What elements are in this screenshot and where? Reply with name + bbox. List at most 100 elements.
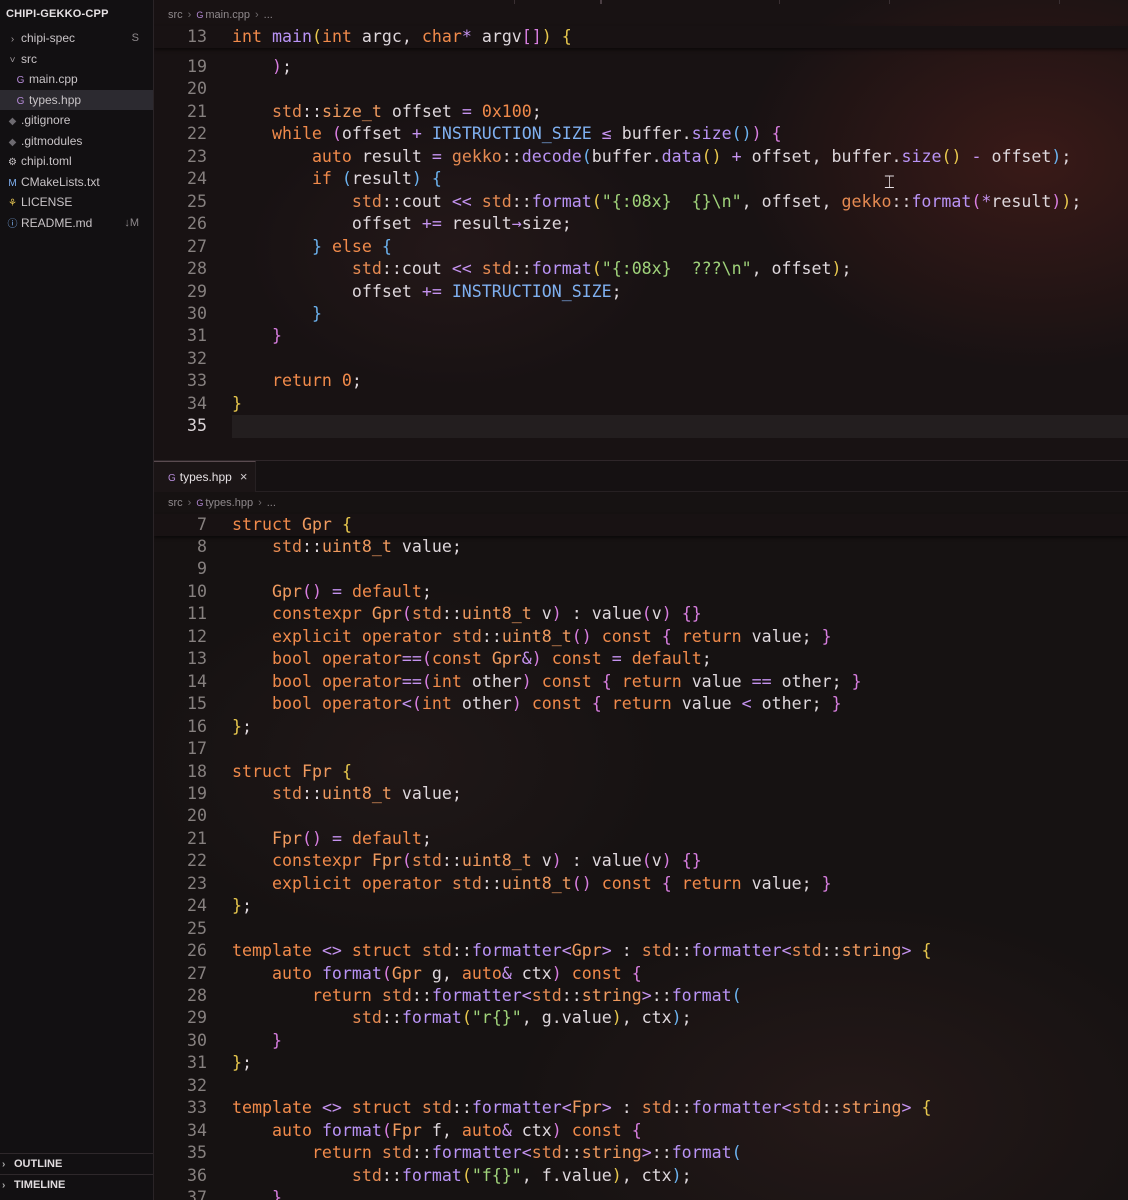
code-line[interactable]: 18 struct Fpr { (154, 761, 1128, 783)
code-line[interactable]: 25 std::cout << std::format("{:08x} {}\n… (154, 191, 1128, 213)
code-text: bool operator==(int other) const { retur… (271, 671, 862, 691)
breadcrumb-item[interactable]: src (168, 9, 183, 21)
code-line[interactable]: 33 return 0; (154, 370, 1128, 392)
code-line[interactable]: 8 std::uint8_t value; (154, 536, 1128, 558)
line-number: 14 (187, 671, 207, 691)
code-line[interactable]: 27 } else { (154, 236, 1128, 258)
line-number: 27 (187, 963, 207, 983)
tree-item[interactable]: ˅ src (0, 49, 153, 70)
code-line[interactable]: 21 Fpr() = default; (154, 828, 1128, 850)
info-file-icon: ⓘ (7, 218, 18, 230)
code-line[interactable]: 34} (154, 393, 1128, 415)
explorer-root-title[interactable]: CHIPI-GEKKO-CPP (0, 0, 153, 28)
chevron-right-icon: › (187, 9, 192, 21)
editor-tab-bar: Gtypes.hpp × (154, 461, 1128, 492)
close-icon[interactable]: × (240, 469, 248, 484)
code-line[interactable]: 25 (154, 918, 1128, 940)
code-line[interactable]: 29 std::format("r{}", g.value), ctx); (154, 1007, 1128, 1029)
code-line[interactable]: 24 if (result) { (154, 168, 1128, 190)
code-line[interactable]: 27 auto format(Gpr g, auto& ctx) const { (154, 963, 1128, 985)
code-line[interactable]: 12 explicit operator std::uint8_t() cons… (154, 626, 1128, 648)
tree-item[interactable]: ◆ .gitmodules (0, 131, 153, 152)
code-line[interactable]: 28 return std::formatter<std::string>::f… (154, 985, 1128, 1007)
code-line[interactable]: 16}; (154, 716, 1128, 738)
code-text: } (271, 1030, 282, 1050)
gear-file-icon: ⚙ (8, 157, 17, 168)
timeline-panel-header[interactable]: › TIMELINE (0, 1174, 153, 1195)
timeline-label: TIMELINE (14, 1179, 66, 1191)
tree-item[interactable]: ⚙ chipi.toml (0, 151, 153, 172)
outline-panel-header[interactable]: › OUTLINE (0, 1153, 153, 1174)
tree-item-label: .gitignore (21, 113, 71, 127)
code-line[interactable]: 31 } (154, 325, 1128, 347)
code-line[interactable]: 35 return std::formatter<std::string>::f… (154, 1142, 1128, 1164)
code-line[interactable]: 26 template <> struct std::formatter<Gpr>… (154, 940, 1128, 962)
editor-types-hpp[interactable]: Gtypes.hpp × src › Gtypes.hpp ›... 7 struct G… (154, 461, 1128, 1200)
code-line[interactable]: 10 Gpr() = default; (154, 581, 1128, 603)
chevron-right-icon: › (258, 497, 262, 509)
code-line[interactable]: 23 explicit operator std::uint8_t() cons… (154, 873, 1128, 895)
tree-item[interactable]: Gtypes.hpp (0, 89, 153, 110)
tree-item[interactable]: ⓘ README.md ↓M (0, 213, 153, 234)
code-line[interactable]: 35 (154, 415, 1128, 437)
tree-item[interactable]: Gmain.cpp (0, 69, 153, 90)
line-number: 28 (187, 986, 207, 1005)
code-line[interactable]: 17 (154, 738, 1128, 760)
line-number: 10 (187, 581, 207, 601)
code-line[interactable]: 20 (154, 78, 1128, 100)
breadcrumb-item[interactable]: ... (267, 497, 276, 509)
editor-main-cpp[interactable]: src › Gmain.cpp ›... 13 int main(int argc, c… (154, 0, 1128, 460)
line-number: 34 (187, 1120, 207, 1140)
code-line[interactable]: 22 constexpr Fpr(std::uint8_t v) : value… (154, 850, 1128, 872)
code-line[interactable]: 34 auto format(Fpr f, auto& ctx) const { (154, 1120, 1128, 1142)
code-line[interactable]: 20 (154, 805, 1128, 827)
line-number: 27 (187, 236, 207, 256)
code-text: }; (232, 896, 252, 916)
breadcrumb-item[interactable]: src (168, 497, 183, 509)
code-line[interactable]: 23 auto result = gekko::decode(buffer.da… (154, 146, 1128, 168)
tree-item[interactable]: ⚘ LICENSE (0, 192, 153, 213)
code-line[interactable]: 26 offset += result→size; (154, 213, 1128, 235)
tree-item[interactable]: M CMakeLists.txt (0, 172, 153, 193)
code-line[interactable]: 32 (154, 1075, 1128, 1097)
tree-item[interactable]: ◆ .gitignore (0, 110, 153, 131)
breadcrumb-item[interactable]: ... (264, 9, 273, 21)
code-line[interactable]: 32 (154, 348, 1128, 370)
code-line[interactable]: 14 bool operator==(int other) const { re… (154, 671, 1128, 693)
code-text: template <> struct std::formatter<Fpr> :… (232, 1098, 932, 1118)
git-file-icon: ◆ (8, 136, 17, 148)
code-line[interactable]: 9 (154, 558, 1128, 580)
code-line[interactable]: 31}; (154, 1052, 1128, 1074)
line-number: 19 (187, 783, 207, 803)
breadcrumb-item[interactable]: types.hpp (205, 497, 253, 509)
tree-item[interactable]: › chipi-spec S (0, 28, 153, 49)
line-number: 15 (187, 694, 207, 714)
sticky-scroll-line[interactable]: 13 int main(int argc, char* argv[]) { (154, 26, 1128, 48)
code-line[interactable]: 15 bool operator<(int other) const { ret… (154, 693, 1128, 715)
line-number: 7 (197, 515, 207, 534)
code-line[interactable]: 30 } (154, 303, 1128, 325)
sticky-scroll-line[interactable]: 7 struct Gpr { (154, 514, 1128, 536)
line-number: 22 (187, 851, 207, 871)
code-line[interactable]: 21 std::size_t offset = 0x100; (154, 101, 1128, 123)
chevron-right-icon: › (2, 1180, 6, 1191)
code-line[interactable]: 29 offset += INSTRUCTION_SIZE; (154, 281, 1128, 303)
chevron-down-icon: ˅ (9, 54, 16, 66)
code-line[interactable]: 19 std::uint8_t value; (154, 783, 1128, 805)
code-line[interactable]: 28 std::cout << std::format("{:08x} ???\… (154, 258, 1128, 280)
tab-types-hpp[interactable]: Gtypes.hpp × (154, 461, 257, 492)
code-line[interactable]: 36 std::format("f{}", f.value), ctx); (154, 1165, 1128, 1187)
code-line[interactable]: 22 while (offset + INSTRUCTION_SIZE ≤ bu… (154, 123, 1128, 145)
code-line[interactable]: 33 template <> struct std::formatter<Fpr>… (154, 1097, 1128, 1119)
code-line[interactable]: 13 bool operator==(const Gpr&) const = d… (154, 648, 1128, 670)
code-line[interactable]: 30 } (154, 1030, 1128, 1052)
code-line[interactable]: 19 ); (154, 56, 1128, 78)
code-line[interactable]: 37 } (154, 1187, 1128, 1200)
code-line[interactable]: 11 constexpr Gpr(std::uint8_t v) : value… (154, 603, 1128, 625)
code-text: std::cout << std::format("{:08x} {}\n", … (351, 191, 1082, 211)
code-text: constexpr Gpr(std::uint8_t v) : value(v)… (271, 604, 702, 624)
line-number: 24 (187, 896, 207, 916)
cpp-file-icon: G (16, 95, 25, 107)
code-line[interactable]: 24}; (154, 895, 1128, 917)
breadcrumb-item[interactable]: main.cpp (205, 9, 250, 21)
